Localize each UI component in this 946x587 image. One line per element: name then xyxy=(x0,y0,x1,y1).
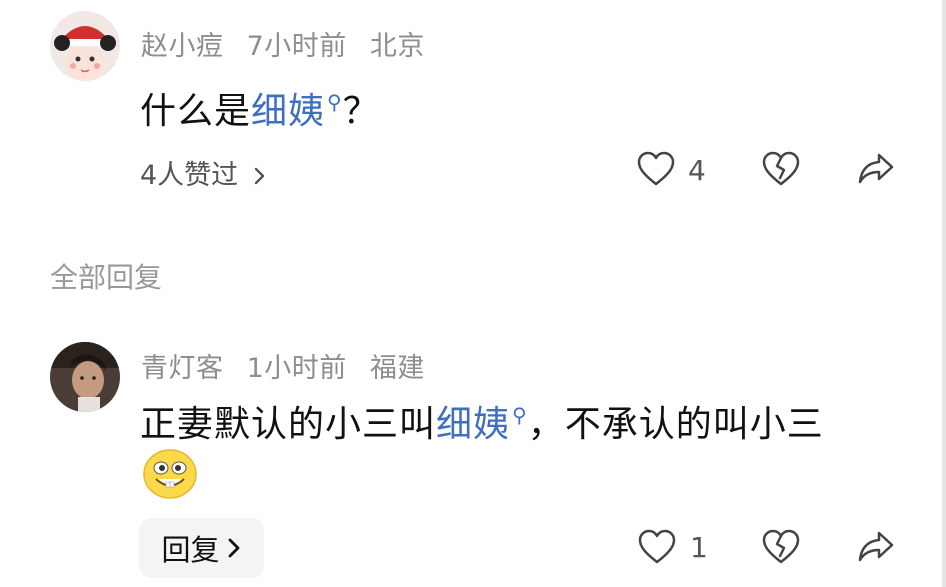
location: 北京 xyxy=(369,31,425,62)
avatar[interactable] xyxy=(50,11,120,81)
section-title: 全部回复 xyxy=(50,261,163,294)
search-icon[interactable]: ⚲ xyxy=(327,90,343,114)
timestamp: 7小时前 xyxy=(246,31,347,62)
author-name[interactable]: 赵小痘 xyxy=(141,31,224,62)
scrollbar-edge xyxy=(942,0,946,587)
reply-text-before: 正妻默认的小三叫 xyxy=(140,404,437,445)
keyword-link[interactable]: 细姨 xyxy=(436,404,510,445)
location: 福建 xyxy=(369,353,425,384)
broken-heart-icon xyxy=(762,151,800,186)
chevron-right-icon xyxy=(228,538,239,558)
share-button[interactable] xyxy=(857,151,895,191)
avatar[interactable] xyxy=(50,342,120,412)
heart-icon xyxy=(638,529,676,564)
search-icon[interactable]: ⚲ xyxy=(512,403,528,427)
dislike-button[interactable] xyxy=(762,151,800,191)
share-arrow-icon xyxy=(858,153,894,184)
liked-by-link[interactable]: 4人赞过 xyxy=(140,153,267,192)
dislike-button[interactable] xyxy=(762,529,800,569)
heart-icon xyxy=(637,151,675,186)
comment-text-before: 什么是 xyxy=(140,91,252,132)
liked-by-label: 4人赞过 xyxy=(140,160,239,191)
reply-meta: 青灯客 1小时前 福建 xyxy=(141,346,439,385)
like-count: 4 xyxy=(688,154,706,187)
reply-text: 正妻默认的小三叫细姨 ⚲，不承认的叫小三 xyxy=(140,395,824,447)
share-button[interactable] xyxy=(857,529,895,569)
reply-text-after: ，不承认的叫小三 xyxy=(527,404,824,445)
keyword-link[interactable]: 细姨 xyxy=(251,91,325,132)
comment-text: 什么是细姨 ⚲？ xyxy=(140,82,380,134)
reply-button[interactable]: 回复 xyxy=(139,518,264,578)
like-button[interactable] xyxy=(637,151,675,191)
timestamp: 1小时前 xyxy=(246,353,347,384)
like-button[interactable] xyxy=(638,529,676,569)
comment-meta: 赵小痘 7小时前 北京 xyxy=(141,24,439,63)
chevron-right-icon xyxy=(254,167,264,185)
reply-button-label: 回复 xyxy=(161,533,220,567)
broken-heart-icon xyxy=(762,529,800,564)
author-name[interactable]: 青灯客 xyxy=(141,353,224,384)
comment-text-after: ？ xyxy=(342,91,380,132)
grinning-emoji-icon xyxy=(142,448,198,500)
like-count: 1 xyxy=(690,531,708,564)
share-arrow-icon xyxy=(858,531,894,562)
